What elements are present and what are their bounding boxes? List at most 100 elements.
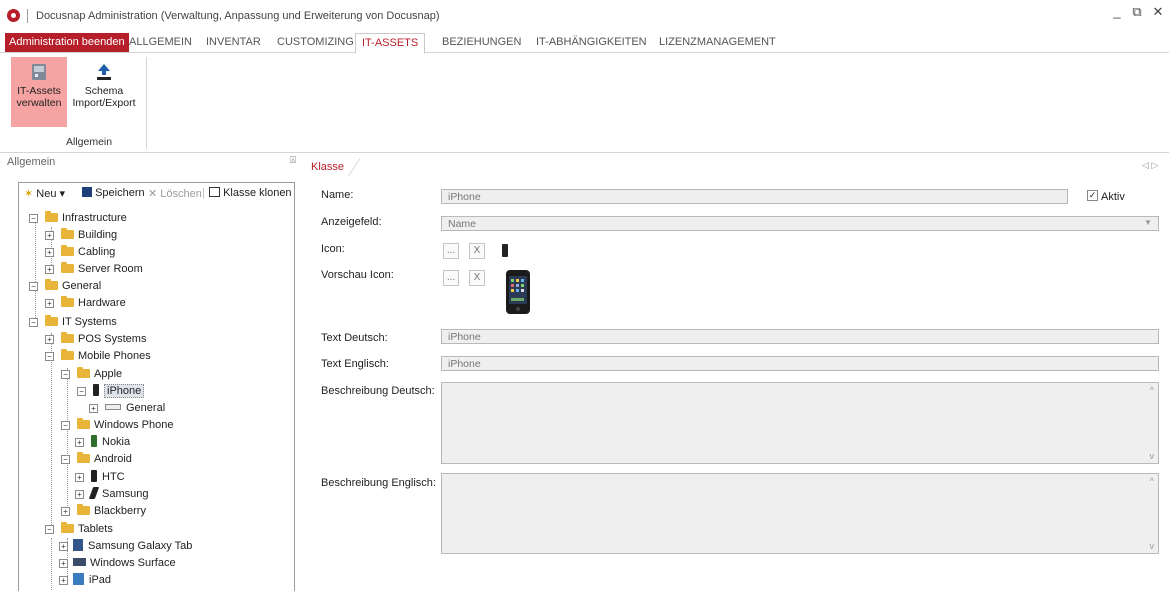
aktiv-checkbox[interactable]: ✓ <box>1087 190 1098 201</box>
icon-clear-button[interactable]: X <box>469 243 485 259</box>
scroll-down-icon[interactable]: v <box>1150 541 1155 551</box>
ribbon-group-label: Allgemein <box>66 136 113 148</box>
expand-icon[interactable]: + <box>61 507 70 516</box>
tab-nav-arrows[interactable]: ◁ ▷ <box>1142 160 1158 171</box>
expand-icon[interactable]: + <box>59 559 68 568</box>
expand-icon[interactable]: + <box>75 490 84 499</box>
name-field[interactable]: iPhone <box>441 189 1068 204</box>
anzeigefeld-select[interactable]: Name <box>441 216 1159 231</box>
scroll-up-icon[interactable]: ^ <box>1150 476 1154 486</box>
beschreibung-englisch-field[interactable]: ^ v <box>441 473 1159 554</box>
database-icon <box>31 63 47 81</box>
folder-icon <box>77 452 90 463</box>
schema-import-export-button[interactable]: Schema Import/Export <box>71 57 137 127</box>
new-button[interactable]: ✶ Neu ▾ <box>24 187 65 200</box>
expand-icon[interactable]: + <box>45 265 54 274</box>
restore-button[interactable]: ⧉ <box>1127 4 1147 20</box>
scroll-up-icon[interactable]: ^ <box>1150 385 1154 395</box>
close-button[interactable]: ✕ <box>1148 4 1168 20</box>
collapse-icon[interactable]: − <box>61 421 70 430</box>
tree-node-apple[interactable]: − Apple <box>61 366 122 382</box>
docusnap-logo-icon <box>7 9 20 22</box>
vorschau-icon-label: Vorschau Icon: <box>321 269 394 281</box>
expand-icon[interactable]: + <box>45 231 54 240</box>
tab-inventar[interactable]: INVENTAR <box>200 33 267 52</box>
text-englisch-field[interactable]: iPhone <box>441 356 1159 371</box>
expand-icon[interactable]: + <box>89 404 98 413</box>
tab-exit-administration[interactable]: Administration beenden <box>5 33 129 52</box>
tree-node-iphone[interactable]: − iPhone <box>77 383 145 399</box>
preview-browse-button[interactable]: ... <box>443 270 459 286</box>
tab-beziehungen[interactable]: BEZIEHUNGEN <box>436 33 527 52</box>
tab-klasse[interactable]: Klasse <box>307 158 361 176</box>
chevron-down-icon[interactable]: ▼ <box>1144 218 1152 227</box>
new-icon: ✶ <box>24 188 34 200</box>
tree-node-pos-systems[interactable]: + POS Systems <box>45 331 146 347</box>
text-deutsch-label: Text Deutsch: <box>321 332 388 344</box>
icon-label: Icon: <box>321 243 345 255</box>
folder-icon <box>77 504 90 515</box>
expand-icon[interactable]: + <box>45 335 54 344</box>
tree-node-windows-surface[interactable]: + Windows Surface <box>59 555 176 571</box>
title-separator <box>27 9 28 23</box>
tree-node-android[interactable]: − Android <box>61 451 132 467</box>
collapse-icon[interactable]: − <box>61 455 70 464</box>
tree-node-mobile-phones[interactable]: − Mobile Phones <box>45 348 151 364</box>
tab-lizenzmanagement[interactable]: LIZENZMANAGEMENT <box>653 33 782 52</box>
expand-icon[interactable]: + <box>45 299 54 308</box>
collapse-icon[interactable]: − <box>45 352 54 361</box>
collapse-icon[interactable]: − <box>29 214 38 223</box>
tree-node-blackberry[interactable]: + Blackberry <box>61 503 146 519</box>
save-button[interactable]: Speichern <box>82 187 145 199</box>
tree-node-windows-phone[interactable]: − Windows Phone <box>61 417 174 433</box>
minimize-button[interactable]: _ <box>1107 4 1127 19</box>
tree-node-iphone-general[interactable]: + General <box>89 400 165 416</box>
phone-icon <box>91 435 97 447</box>
collapse-icon[interactable]: − <box>29 282 38 291</box>
expand-icon[interactable]: + <box>75 438 84 447</box>
tree-node-ipad[interactable]: + iPad <box>59 572 111 588</box>
tab-allgemein[interactable]: ALLGEMEIN <box>123 33 198 52</box>
text-deutsch-field[interactable]: iPhone <box>441 329 1159 344</box>
collapse-icon[interactable]: − <box>29 318 38 327</box>
tree-node-tablets[interactable]: − Tablets <box>45 521 113 537</box>
tree-node-cabling[interactable]: + Cabling <box>45 244 115 260</box>
tree-toolbar: ✶ Neu ▾ Speichern ✕ Löschen | Klasse klo… <box>19 183 294 205</box>
expand-icon[interactable]: + <box>59 576 68 585</box>
save-label: Speichern <box>95 187 145 199</box>
new-dropdown-icon[interactable]: ▾ <box>60 188 66 200</box>
collapse-icon[interactable]: − <box>61 370 70 379</box>
tab-customizing[interactable]: CUSTOMIZING <box>271 33 360 52</box>
tab-it-abhaengigkeiten[interactable]: IT-ABHÄNGIGKEITEN <box>530 33 653 52</box>
phone-icon <box>88 487 100 499</box>
collapse-icon[interactable]: − <box>77 387 86 396</box>
expand-icon[interactable]: + <box>59 542 68 551</box>
clone-class-button[interactable]: Klasse klonen <box>209 187 292 199</box>
scroll-down-icon[interactable]: v <box>1150 451 1155 461</box>
preview-clear-button[interactable]: X <box>469 270 485 286</box>
collapse-icon[interactable]: − <box>45 525 54 534</box>
tree-node-server-room[interactable]: + Server Room <box>45 261 143 277</box>
beschreibung-deutsch-field[interactable]: ^ v <box>441 382 1159 464</box>
tree-line <box>51 538 52 590</box>
folder-icon <box>45 279 58 290</box>
tree-node-infrastructure[interactable]: − Infrastructure <box>29 210 127 226</box>
folder-icon <box>61 228 74 239</box>
tree-node-it-systems[interactable]: − IT Systems <box>29 314 117 330</box>
it-assets-verwalten-button[interactable]: IT-Assets verwalten <box>11 57 67 127</box>
tree-line <box>35 221 36 324</box>
tree-node-hardware[interactable]: + Hardware <box>45 295 126 311</box>
expand-icon[interactable]: + <box>75 473 84 482</box>
icon-browse-button[interactable]: ... <box>443 243 459 259</box>
tree-node-samsung[interactable]: + Samsung <box>75 486 148 502</box>
tree-node-nokia[interactable]: + Nokia <box>75 434 130 450</box>
new-label: Neu <box>36 188 57 200</box>
tree-node-general[interactable]: − General <box>29 278 101 294</box>
tree-node-samsung-galaxy-tab[interactable]: + Samsung Galaxy Tab <box>59 538 192 554</box>
tab-it-assets[interactable]: IT-ASSETS <box>355 33 426 54</box>
delete-button[interactable]: ✕ Löschen <box>148 187 202 200</box>
expand-icon[interactable]: + <box>45 248 54 257</box>
pin-icon[interactable]: ⍓ <box>290 155 296 166</box>
tree-node-htc[interactable]: + HTC <box>75 469 125 485</box>
tree-node-building[interactable]: + Building <box>45 227 117 243</box>
